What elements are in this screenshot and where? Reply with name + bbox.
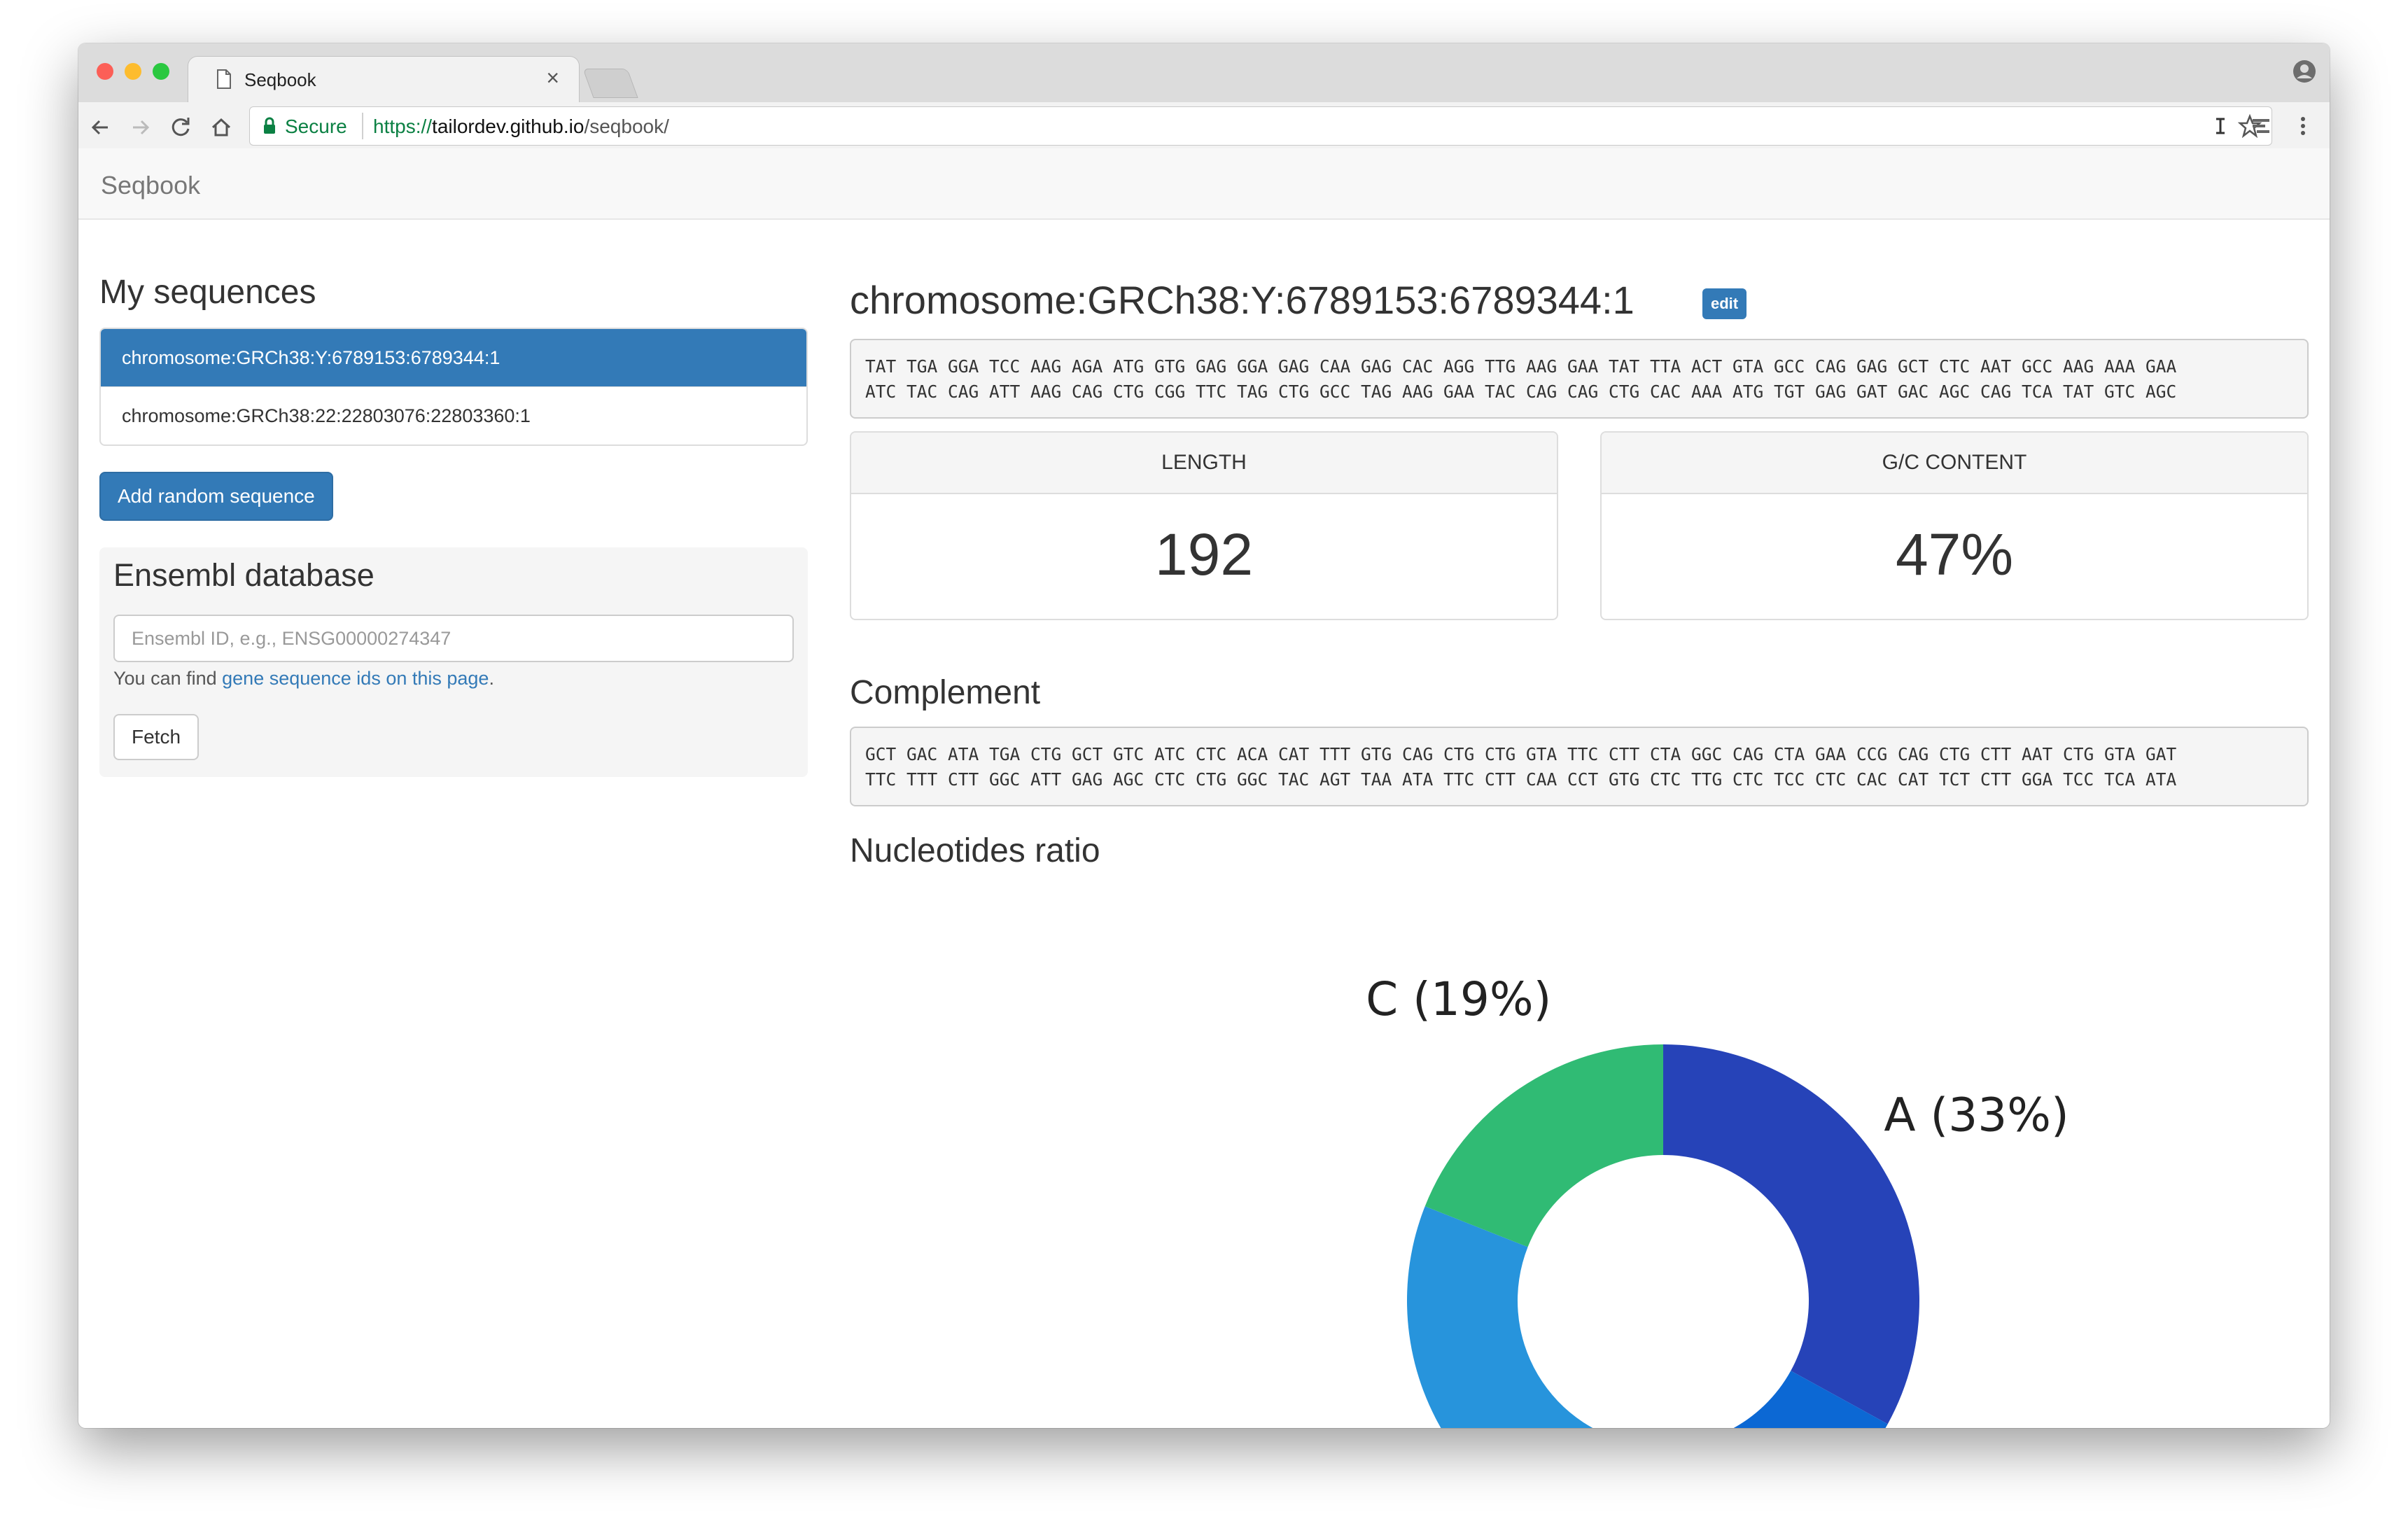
sequence-list-item[interactable]: chromosome:GRCh38:22:22803076:22803360:1 — [101, 386, 806, 444]
site-navbar: Seqbook — [78, 148, 2330, 220]
ensembl-panel: Ensembl database You can find gene seque… — [99, 547, 808, 777]
gene-ids-link[interactable]: gene sequence ids on this page — [222, 668, 489, 689]
url-path: /seqbook/ — [584, 115, 669, 137]
complement-heading: Complement — [850, 674, 1041, 711]
complement-line: TTC TTT CTT GGC ATT GAG AGC CTC CTG GGC … — [865, 769, 2177, 790]
tab-strip: Seqbook × — [78, 43, 2330, 103]
tab-title: Seqbook — [244, 69, 316, 90]
sequence-box: TAT TGA GGA TCC AAG AGA ATG GTG GAG GGA … — [850, 339, 2309, 419]
nucleotides-donut-chart: A (33%)G (29%)C (19%) — [1366, 972, 2069, 1428]
ensembl-id-input[interactable] — [113, 615, 794, 662]
sequence-line: TAT TGA GGA TCC AAG AGA ATG GTG GAG GGA … — [865, 356, 2177, 377]
url-text: https://tailordev.github.io/seqbook/ — [373, 115, 669, 138]
edit-button[interactable]: edit — [1702, 288, 1747, 319]
brand-link[interactable]: Seqbook — [101, 171, 200, 200]
sequence-title: chromosome:GRCh38:Y:6789153:6789344:1 — [850, 278, 1634, 322]
browser-window: Seqbook × Secure https://tailordev.githu… — [78, 43, 2330, 1428]
sequence-list: chromosome:GRCh38:Y:6789153:6789344:1 ch… — [99, 328, 808, 446]
fetch-button[interactable]: Fetch — [113, 714, 200, 760]
donut-slice-label: C (19%) — [1366, 972, 1551, 1026]
help-prefix: You can find — [113, 668, 223, 689]
gc-content-heading: G/C CONTENT — [1602, 433, 2307, 494]
length-heading: LENGTH — [851, 433, 1557, 494]
length-panel: LENGTH 192 — [850, 431, 1558, 620]
menu-dots-icon[interactable] — [2290, 113, 2316, 139]
gc-content-panel: G/C CONTENT 47% — [1600, 431, 2309, 620]
url-host: tailordev.github.io — [432, 115, 584, 137]
lock-icon — [264, 117, 275, 134]
back-arrow-icon[interactable] — [85, 112, 116, 143]
home-icon[interactable] — [206, 112, 237, 143]
length-value: 192 — [1154, 522, 1254, 587]
cursor-extension-icon[interactable] — [2208, 113, 2233, 139]
add-random-sequence-button[interactable]: Add random sequence — [99, 472, 333, 521]
url-separator — [362, 113, 363, 139]
profile-icon[interactable] — [2292, 59, 2317, 84]
url-scheme: https:// — [373, 115, 433, 137]
document-icon — [217, 69, 231, 89]
ensembl-heading: Ensembl database — [113, 557, 374, 593]
new-tab-button[interactable] — [582, 69, 638, 98]
extension-icon[interactable] — [2248, 113, 2274, 139]
my-sequences-heading: My sequences — [99, 274, 316, 311]
nucleotides-ratio-heading: Nucleotides ratio — [850, 832, 1100, 869]
donut-slice — [1663, 1044, 1919, 1424]
maximize-window-button[interactable] — [153, 63, 169, 80]
help-suffix: . — [489, 668, 494, 689]
tab-close-icon[interactable]: × — [546, 66, 559, 89]
sequence-list-item[interactable]: chromosome:GRCh38:Y:6789153:6789344:1 — [101, 329, 806, 386]
complement-box: GCT GAC ATA TGA CTG GCT GTC ATC CTC ACA … — [850, 727, 2309, 806]
reload-icon[interactable] — [165, 112, 196, 143]
browser-tab[interactable]: Seqbook × — [188, 56, 580, 102]
minimize-window-button[interactable] — [125, 63, 141, 80]
secure-label: Secure — [285, 115, 347, 137]
donut-slice — [1424, 1044, 1663, 1247]
complement-line: GCT GAC ATA TGA CTG GCT GTC ATC CTC ACA … — [865, 744, 2177, 764]
gc-content-value: 47% — [1895, 522, 2014, 587]
close-window-button[interactable] — [97, 63, 113, 80]
help-text: You can find gene sequence ids on this p… — [113, 668, 494, 690]
address-bar[interactable]: Secure https://tailordev.github.io/seqbo… — [249, 106, 2272, 146]
forward-arrow-icon[interactable] — [125, 112, 155, 143]
donut-slice-label: A (33%) — [1884, 1088, 2068, 1142]
sequence-line: ATC TAC CAG ATT AAG CAG CTG CGG TTC TAG … — [865, 382, 2177, 402]
